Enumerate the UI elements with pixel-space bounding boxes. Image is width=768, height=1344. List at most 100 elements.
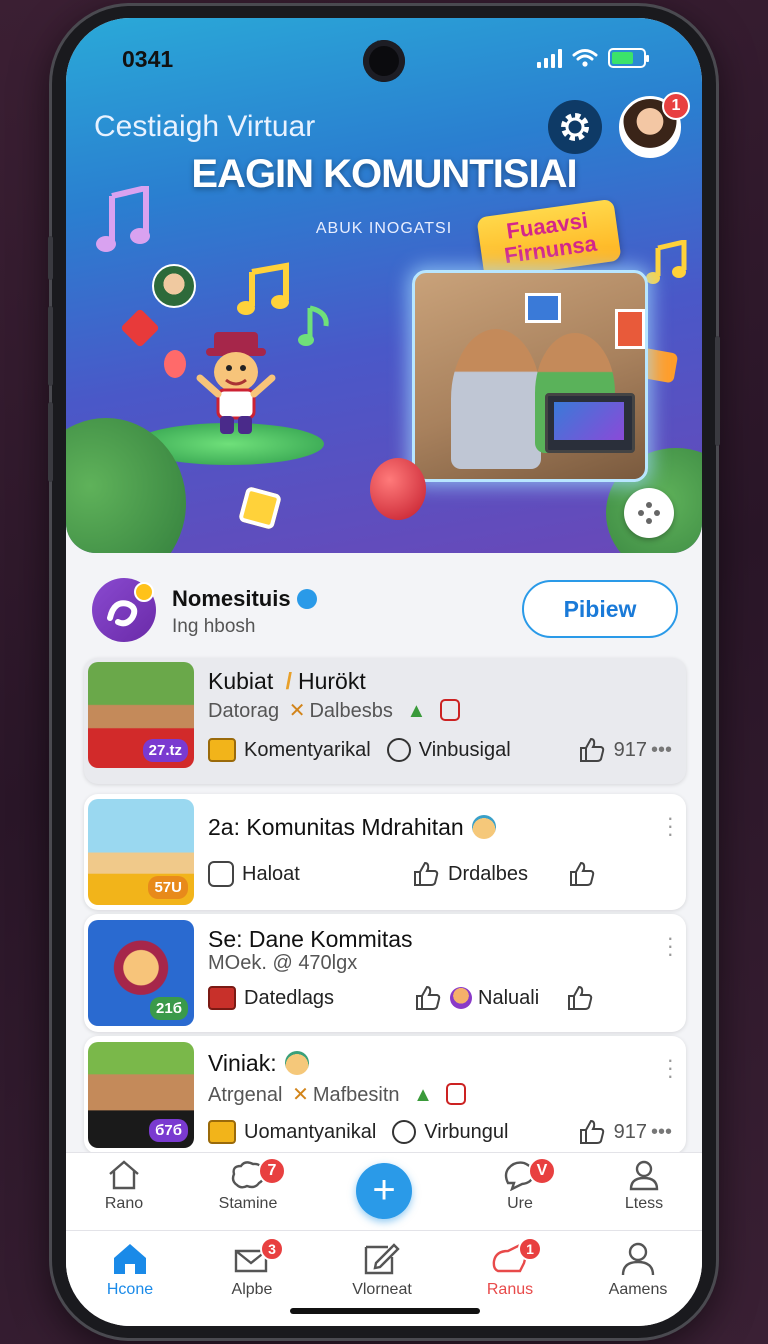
preview-button[interactable]: Pibiew	[522, 580, 678, 638]
thumbs-up-icon[interactable]	[578, 1118, 606, 1146]
info-badge-icon	[439, 699, 460, 721]
promo-tag[interactable]: Fuaavsi Firnunsa	[476, 198, 622, 280]
nav-item-rano[interactable]: Rano	[74, 1159, 174, 1213]
thumbs-up-icon[interactable]	[566, 984, 594, 1012]
tab-aamens[interactable]: Aamens	[588, 1241, 688, 1299]
post-title: Viniak:	[208, 1050, 309, 1077]
tab-home[interactable]: Hcone	[80, 1241, 180, 1299]
post-title: Kubiat / Hurökt	[208, 668, 366, 695]
action-comment[interactable]: Komentyarikal	[244, 739, 371, 762]
tab-label: Hcone	[106, 1281, 154, 1298]
status-time: 0341	[122, 46, 174, 72]
kebab-menu-icon[interactable]: · · ·	[667, 1049, 674, 1087]
kebab-menu-icon[interactable]: · · ·	[667, 927, 674, 965]
post-sub-right: Dalbesbs	[309, 700, 393, 722]
verified-badge-icon	[296, 589, 317, 609]
community-name-text: Nomesituis	[172, 586, 291, 611]
face-emoji-icon	[284, 1051, 309, 1075]
gift-icon	[237, 485, 283, 531]
thumbs-up-icon[interactable]	[412, 860, 440, 888]
more-dots-icon[interactable]: •••	[651, 1121, 672, 1144]
music-note-icon	[237, 262, 289, 315]
community-profile-card[interactable]: Nomesituis Ing hbosh Pibiew	[80, 566, 688, 658]
person-emoji-icon	[450, 987, 472, 1009]
post-actions: Komentyarikal Vinbusigal 917 •••	[208, 736, 672, 764]
tab-alpbe[interactable]: Alpbe	[202, 1241, 302, 1299]
more-dots-icon[interactable]: •••	[651, 739, 672, 762]
info-icon	[392, 1120, 417, 1144]
action-comment[interactable]: Haloat	[242, 863, 412, 886]
add-post-button[interactable]: +	[356, 1163, 412, 1219]
home-icon	[109, 1160, 139, 1190]
wall-painting	[615, 309, 645, 349]
thumbnail-count-badge: 57U	[148, 876, 188, 899]
community-logo	[92, 578, 156, 642]
action-comment[interactable]: Datedlags	[244, 987, 414, 1010]
post-thumbnail: б7б	[88, 1042, 194, 1148]
tab-badge: 1	[518, 1237, 542, 1261]
power-button	[715, 336, 720, 446]
laptop-icon	[545, 393, 635, 453]
community-name: Nomesituis	[172, 586, 317, 612]
balloon-icon	[164, 350, 186, 378]
swirl-logo-icon	[107, 582, 154, 627]
action-view[interactable]: Vinbusigal	[419, 739, 511, 762]
post-item[interactable]: 27.tz Kubiat / Hurökt Datorag ✕ Dalbesbs ▲…	[84, 658, 686, 784]
thumbnail-count-badge: 21б	[150, 997, 188, 1020]
post-sub-left: Datorag	[208, 700, 280, 722]
more-options-button[interactable]	[624, 488, 674, 538]
tab-badge: 3	[260, 1237, 284, 1261]
post-item[interactable]: 21б Se: Dane Kommitas MOek. @ 470lgx · · ·…	[84, 914, 686, 1032]
music-note-icon	[96, 186, 150, 252]
signal-icon	[537, 48, 562, 68]
home-icon	[114, 1244, 146, 1274]
tab-label: Vlorneat	[352, 1281, 412, 1298]
hero-banner[interactable]: 0341 Cestiaigh Virtuar EAGIN KOMUNTISIAI…	[66, 18, 702, 553]
status-icons	[537, 48, 649, 68]
nav-label: Stamine	[218, 1195, 278, 1212]
tab-ranus[interactable]: Ranus	[460, 1241, 560, 1299]
nav-item-ltess[interactable]: Ltess	[594, 1159, 694, 1213]
volume-up-button	[48, 306, 53, 386]
post-item[interactable]: б7б Viniak: Atrgenal ✕ Mafbesitn ▲ · · · Uo…	[84, 1036, 686, 1154]
hero-title: Cestiaigh Virtuar	[94, 110, 316, 143]
post-title: 2a: Komunitas Mdrahitan	[208, 814, 496, 841]
tab-vlorneat[interactable]: Vlorneat	[332, 1241, 432, 1299]
thumbs-up-icon[interactable]	[414, 984, 442, 1012]
thumbs-up-icon[interactable]	[578, 736, 606, 764]
community-subtitle: Ing hbosh	[172, 616, 256, 637]
secondary-nav-bar: Rano Stamine 7 + Ure V Ltess	[66, 1152, 702, 1230]
info-icon	[386, 738, 411, 762]
chest-icon	[208, 986, 236, 1010]
post-item[interactable]: 57U 2a: Komunitas Mdrahitan · · · Haloat D…	[84, 794, 686, 910]
home-indicator	[290, 1308, 480, 1314]
action-comment[interactable]: Uomantyanikal	[244, 1121, 376, 1144]
thumbs-up-icon[interactable]	[568, 860, 596, 888]
post-sub-left: Atrgenal	[208, 1084, 283, 1106]
edit-icon	[364, 1243, 400, 1275]
post-actions: Haloat Drdalbes	[208, 860, 672, 888]
plant-icon: ▲	[413, 1084, 433, 1106]
mute-switch	[48, 236, 53, 280]
post-thumbnail: 57U	[88, 799, 194, 905]
post-thumbnail: 21б	[88, 920, 194, 1026]
post-thumbnail: 27.tz	[88, 662, 194, 768]
post-subtitle: MOek. @ 470lgx	[208, 952, 358, 974]
pencil-icon: /	[285, 668, 292, 694]
post-sub-right: Mafbesitn	[312, 1084, 400, 1106]
thumbnail-count-badge: 27.tz	[142, 739, 188, 762]
music-note-icon	[298, 305, 329, 346]
person-left	[451, 329, 541, 469]
action-view[interactable]: Drdalbes	[448, 863, 568, 886]
face-emoji-icon	[471, 815, 496, 839]
settings-button[interactable]	[548, 100, 602, 154]
action-view[interactable]: Naluali	[478, 987, 566, 1010]
video-call-preview[interactable]	[412, 270, 648, 482]
info-badge-icon	[446, 1083, 467, 1105]
post-subtitle: Datorag ✕ Dalbesbs ▲	[208, 698, 460, 723]
notification-icon	[120, 308, 160, 348]
kebab-menu-icon[interactable]: · · ·	[667, 807, 674, 845]
post-title-text: Viniak:	[208, 1050, 277, 1076]
post-title-suffix: Hurökt	[298, 668, 366, 694]
action-view[interactable]: Virbungul	[424, 1121, 508, 1144]
